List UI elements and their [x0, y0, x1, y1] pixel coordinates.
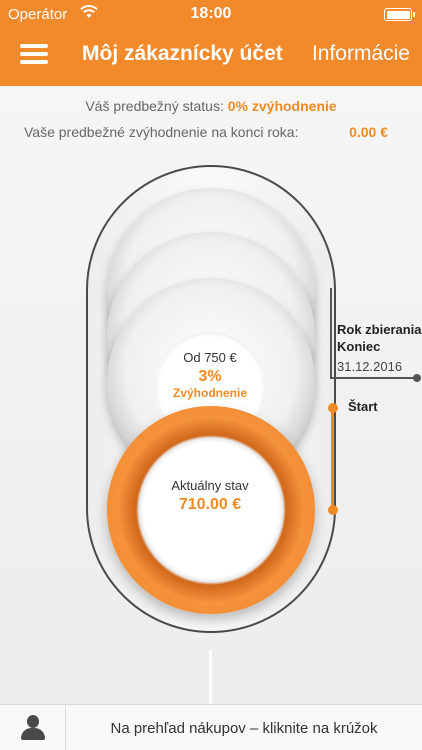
next-level-percent: 3%: [198, 368, 222, 385]
next-level-threshold: Od 750 €: [183, 350, 237, 365]
status-label: Váš predbežný status:: [85, 98, 224, 114]
current-state-value: 710.00 €: [178, 496, 242, 513]
nav-header: Operátor 18:00 Môj zákaznícky účet Infor…: [0, 0, 422, 86]
battery-icon: [384, 8, 415, 21]
timeline-current-dot: [328, 505, 338, 515]
preliminary-status: Váš predbežný status: 0% zvýhodnenie: [0, 98, 422, 114]
timeline-remaining-line: [330, 288, 332, 378]
info-button[interactable]: Informácie: [312, 42, 410, 66]
timeline-end-title-line2: Koniec: [337, 339, 381, 354]
timeline-start-label: Štart: [348, 399, 378, 414]
year-end-label: Vaše predbežné zvýhodnenie na konci roka…: [24, 124, 299, 140]
timeline-end-dot: [413, 374, 421, 382]
timeline-end-title: Rok zbierania Koniec: [337, 321, 422, 355]
user-icon: [20, 713, 46, 741]
next-level-label: Zvýhodnenie: [172, 386, 247, 400]
menu-icon[interactable]: [20, 44, 48, 64]
current-state-label: Aktuálny stav: [171, 478, 249, 493]
timeline-end-title-line1: Rok zbierania: [337, 322, 422, 337]
timeline-start-dot: [328, 403, 338, 413]
timeline-end-connector: [330, 377, 416, 379]
clock: 18:00: [190, 5, 232, 22]
purchases-hint: Na prehľad nákupov – kliknite na krúžok: [110, 720, 378, 737]
status-bar: Operátor 18:00: [0, 0, 422, 30]
capsule-stem: [209, 650, 212, 704]
page-title: Môj zákaznícky účet: [82, 42, 283, 65]
timeline-end-date: 31.12.2016: [337, 359, 403, 374]
profile-button[interactable]: [0, 705, 66, 750]
bottom-bar: Na prehľad nákupov – kliknite na krúžok: [0, 704, 422, 750]
timeline-progress-line: [331, 408, 334, 510]
year-end-value: 0.00 €: [349, 124, 388, 140]
status-value: 0% zvýhodnenie: [227, 98, 337, 114]
